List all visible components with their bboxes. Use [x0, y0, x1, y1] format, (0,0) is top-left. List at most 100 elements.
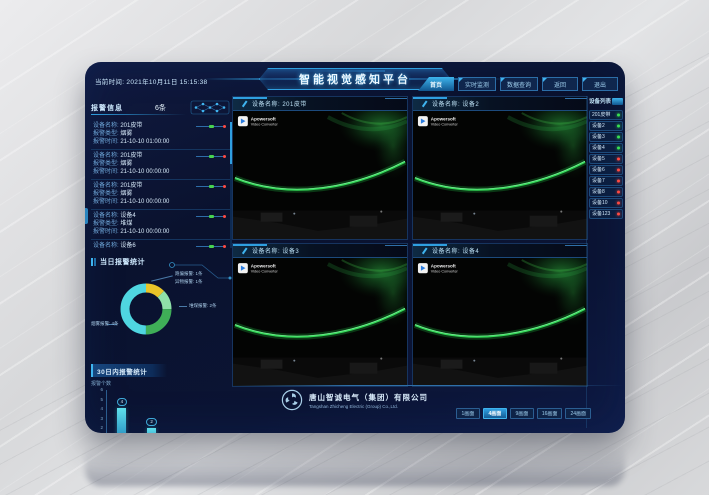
dashboard-reflection	[85, 434, 625, 486]
donut-label-slice3: 堆煤报警: 2条	[189, 303, 217, 309]
device-list-tab[interactable]	[612, 98, 623, 105]
section-bullet-icon	[91, 258, 93, 266]
alarm-item[interactable]: 设备名称: 设备6 报警类型: 跑偏 报警时间: 21-10-10 00:00:…	[91, 240, 232, 248]
red-marker	[223, 125, 227, 129]
screen-24-button[interactable]: 24画面	[565, 408, 591, 419]
device-item[interactable]: 设备7	[589, 176, 623, 186]
red-marker	[223, 185, 227, 189]
top-nav: 首页 实时监测 数据查询 返回 退出	[418, 77, 618, 91]
video-panel-2[interactable]: 设备名称: 设备2	[412, 96, 588, 240]
bar-chart-ylabel: 报警个数	[91, 380, 111, 387]
alarm-type: 堆煤	[120, 221, 132, 227]
device-item[interactable]: 设备5	[589, 154, 623, 164]
video-panel-1[interactable]: 设备名称: 201皮带	[232, 96, 408, 240]
donut-label-slice4: 烟雾报警: 4条	[91, 321, 119, 327]
alarm-device-name: 201皮带	[120, 153, 142, 159]
device-item[interactable]: 设备2	[589, 121, 623, 131]
video-feed[interactable]	[413, 111, 587, 239]
status-dot	[617, 168, 620, 171]
alarm-trend-indicator	[196, 244, 226, 248]
video-feed[interactable]	[413, 258, 587, 386]
nav-back-button[interactable]: 返回	[542, 77, 578, 91]
screen-16-button[interactable]: 16画面	[537, 408, 563, 419]
device-item[interactable]: 设备3	[589, 132, 623, 142]
bar	[117, 408, 126, 433]
device-item[interactable]: 设备4	[589, 143, 623, 153]
alarm-time: 21-10-10 00:00:00	[120, 199, 169, 205]
video-panel-3[interactable]: 设备名称: 设备3	[232, 243, 408, 387]
screen-4-button[interactable]: 4画面	[483, 408, 507, 419]
bar-chart-yticks: 65 43 21 0	[93, 387, 103, 433]
video-feed[interactable]	[233, 258, 407, 386]
video-panel-4[interactable]: 设备名称: 设备4	[412, 243, 588, 387]
device-item[interactable]: 设备10	[589, 198, 623, 208]
status-dot	[617, 190, 620, 193]
desktop-background: 当前时间: 2021年10月11日 15:15:38 智能视觉感知平台 首页 实…	[0, 0, 709, 495]
status-dot	[617, 179, 620, 182]
status-dot	[617, 124, 620, 127]
daily-stats-header: 当日报警统计	[91, 256, 232, 268]
video-panel-title: 设备名称: 设备2	[432, 99, 479, 108]
left-edge-tab	[85, 208, 88, 224]
nav-realtime-button[interactable]: 实时监测	[458, 77, 496, 91]
slash-icon	[422, 100, 427, 107]
alarm-item[interactable]: 设备名称: 设备4 报警类型: 堆煤 报警时间: 21-10-10 00:00:…	[91, 210, 232, 240]
alarm-time: 21-10-10 00:00:00	[120, 229, 169, 235]
nav-exit-button[interactable]: 退出	[582, 77, 618, 91]
status-dot	[617, 201, 620, 204]
status-dot	[617, 157, 620, 160]
alarm-panel-title: 报警信息	[91, 103, 123, 113]
nav-home-button[interactable]: 首页	[418, 77, 454, 91]
device-list-panel: 设备列表 201皮带 设备2 设备3 设备4 设备5 设备6 设备7 设备8 设…	[586, 96, 623, 428]
donut-label-slice1: 跑偏报警: 1条	[175, 271, 203, 277]
alarm-list: 设备名称: 201皮带 报警类型: 烟雾 报警时间: 21-10-10 01:0…	[91, 120, 232, 248]
video-feed[interactable]	[233, 111, 407, 239]
green-marker	[209, 185, 214, 188]
alarm-device-name: 设备6	[120, 243, 135, 248]
device-list-header: 设备列表	[589, 96, 623, 106]
status-dot	[617, 113, 620, 116]
alarm-time: 21-10-10 00:00:00	[120, 169, 169, 175]
video-panel-title: 设备名称: 201皮带	[252, 99, 307, 108]
alarm-item[interactable]: 设备名称: 201皮带 报警类型: 烟雾 报警时间: 21-10-10 00:0…	[91, 150, 232, 180]
video-panel-header: 设备名称: 设备4	[413, 244, 587, 258]
nav-data-query-button[interactable]: 数据查询	[500, 77, 538, 91]
alarm-type: 烟雾	[120, 191, 132, 197]
footer-divider	[231, 385, 623, 386]
alarm-device-name: 201皮带	[120, 123, 142, 129]
screen-9-button[interactable]: 9画面	[510, 408, 534, 419]
alarm-time: 21-10-10 01:00:00	[120, 139, 169, 145]
screen-1-button[interactable]: 1画面	[456, 408, 480, 419]
alarm-trend-indicator	[196, 214, 226, 219]
bar-value: 4	[117, 398, 128, 406]
bar-column: 4	[107, 390, 137, 433]
alarm-trend-indicator	[196, 154, 226, 159]
bar-column: 0	[167, 390, 197, 433]
alarm-count-badge: 6条	[155, 103, 166, 113]
donut-label-slice2: 异物报警: 1条	[175, 279, 203, 285]
monthly-stats-header: 30日内报警统计	[91, 364, 167, 377]
status-dot	[617, 135, 620, 138]
alarm-header-underline	[91, 114, 186, 115]
alarm-trend-indicator	[196, 124, 226, 129]
daily-donut-chart: 跑偏报警: 1条 异物报警: 1条 堆煤报警: 2条 烟雾报警: 4条	[91, 268, 232, 360]
device-item[interactable]: 设备123	[589, 209, 623, 219]
page-title: 智能视觉感知平台	[299, 71, 411, 87]
bar-value: 2	[146, 418, 157, 426]
bar-chart-plot: 4 2 0 0	[106, 390, 226, 433]
monthly-stats-title: 30日内报警统计	[93, 366, 147, 376]
alarm-item[interactable]: 设备名称: 201皮带 报警类型: 烟雾 报警时间: 21-10-10 00:0…	[91, 180, 232, 210]
daily-stats-title: 当日报警统计	[100, 257, 145, 267]
slash-icon	[242, 247, 247, 254]
device-item[interactable]: 设备6	[589, 165, 623, 175]
alarm-item[interactable]: 设备名称: 201皮带 报警类型: 烟雾 报警时间: 21-10-10 01:0…	[91, 120, 232, 150]
device-item[interactable]: 201皮带	[589, 110, 623, 120]
video-panel-title: 设备名称: 设备3	[252, 246, 299, 255]
bar-column: 2	[137, 390, 167, 433]
device-item[interactable]: 设备8	[589, 187, 623, 197]
green-marker	[209, 245, 214, 248]
device-list: 201皮带 设备2 设备3 设备4 设备5 设备6 设备7 设备8 设备10 设…	[589, 110, 623, 219]
video-panel-header: 设备名称: 设备2	[413, 97, 587, 111]
bar-column: 0	[196, 390, 226, 433]
green-marker	[209, 125, 214, 128]
